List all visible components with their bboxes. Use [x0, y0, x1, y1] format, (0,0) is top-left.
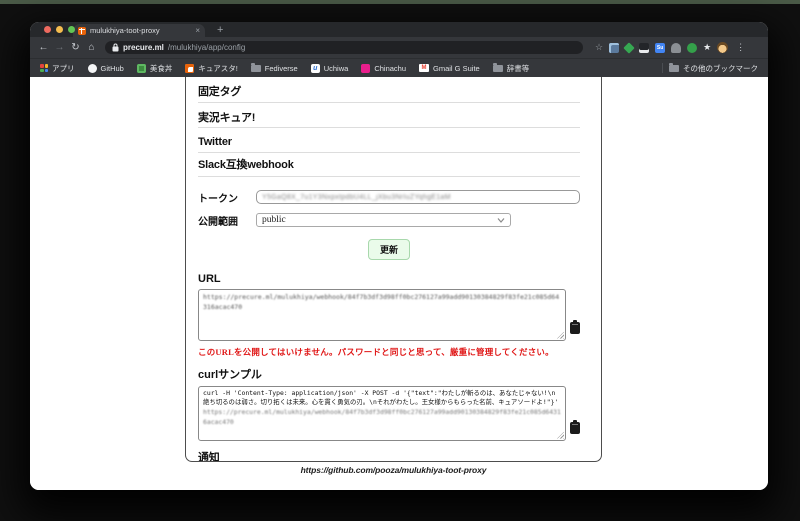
other-bookmarks-area: その他のブックマーク: [662, 63, 758, 74]
url-textarea-row: https://precure.ml/mulukhiya/webhook/84f…: [198, 289, 580, 341]
divider: [662, 63, 663, 73]
active-tab[interactable]: mulukhiya-toot-proxy ×: [73, 24, 205, 37]
new-tab-button[interactable]: +: [217, 25, 223, 36]
url-warning-text: このURLを公開してはいけません。パスワードと同じと思って、厳重に管理してくださ…: [198, 346, 580, 358]
update-button-row: 更新: [198, 239, 580, 260]
bookmark-uchiwa[interactable]: u Uchiwa: [311, 64, 349, 73]
url-domain: precure.ml: [123, 43, 164, 52]
bookmark-folder-dictionaries[interactable]: 辞書等: [493, 63, 530, 74]
bookmark-star-icon[interactable]: ☆: [595, 43, 603, 52]
chrome-menu-icon[interactable]: ⋮: [736, 43, 745, 52]
extension-diamond-icon[interactable]: [623, 42, 634, 53]
bookmark-apps[interactable]: アプリ: [40, 63, 75, 74]
desktop-wallpaper-edge: [0, 0, 800, 4]
visibility-select[interactable]: public: [256, 213, 511, 227]
token-value-blurred: Y5GaQ8X_7u1Y3NxpxtpdbU4LL_jXbu3NrIuZYqfi…: [262, 194, 451, 201]
extension-photo-icon[interactable]: [609, 43, 619, 53]
token-input[interactable]: Y5GaQ8X_7u1Y3NxpxtpdbU4LL_jXbu3NrIuZYqfi…: [256, 190, 580, 204]
section-heading-notification: 通知: [198, 452, 580, 462]
chevron-down-icon: [497, 218, 505, 223]
bookmark-gmail[interactable]: M Gmail G Suite: [419, 64, 480, 73]
curl-url-blurred: https://precure.ml/mulukhiya/webhook/84f…: [203, 408, 561, 426]
page-viewport: 固定タグ 実況キュア! Twitter Slack互換webhook トークン …: [30, 77, 768, 490]
folder-icon: [493, 65, 503, 72]
bookmark-bishokudon[interactable]: 美食丼: [137, 63, 173, 74]
url-heading: URL: [198, 273, 580, 285]
bookmark-github[interactable]: GitHub: [88, 64, 124, 73]
bookmark-cyuresta[interactable]: キュアスタ!: [185, 63, 237, 74]
extension-gray-icon[interactable]: [671, 43, 681, 53]
bookmarks-bar: アプリ GitHub 美食丼 キュアスタ! Fediverse u Uchiwa…: [30, 58, 768, 77]
other-bookmarks-button[interactable]: その他のブックマーク: [669, 63, 758, 74]
section-heading-fixed-tag: 固定タグ: [198, 86, 580, 99]
extension-dark-icon[interactable]: [639, 43, 649, 53]
green-square-icon: [137, 64, 146, 73]
divider: [198, 102, 580, 103]
extension-smartup-icon[interactable]: Su: [655, 43, 665, 53]
home-icon[interactable]: ⌂: [86, 43, 97, 53]
divider: [198, 176, 580, 177]
copy-to-clipboard-icon[interactable]: [570, 422, 580, 434]
pink-square-icon: [361, 64, 370, 73]
github-repo-link[interactable]: https://github.com/pooza/mulukhiya-toot-…: [185, 465, 602, 475]
tab-strip: mulukhiya-toot-proxy × +: [30, 22, 768, 37]
site-favicon-icon: [78, 27, 86, 35]
resize-handle[interactable]: [557, 332, 564, 339]
github-icon: [88, 64, 97, 73]
folder-icon: [669, 65, 679, 72]
copy-to-clipboard-icon[interactable]: [570, 322, 580, 334]
section-heading-slack-webhook: Slack互換webhook: [198, 159, 580, 172]
token-label: トークン: [198, 190, 256, 205]
bookmark-folder-fediverse[interactable]: Fediverse: [251, 64, 298, 73]
tab-close-icon[interactable]: ×: [195, 27, 200, 35]
orange-square-icon: [185, 64, 194, 73]
curl-sample-heading: curlサンプル: [198, 366, 580, 382]
curl-sample-textarea[interactable]: curl -H 'Content-Type: application/json'…: [198, 386, 566, 441]
profile-avatar[interactable]: [717, 42, 728, 53]
token-row: トークン Y5GaQ8X_7u1Y3NxpxtpdbU4LL_jXbu3NrIu…: [198, 190, 580, 205]
url-path: /mulukhiya/app/config: [168, 43, 245, 52]
webhook-url-value-blurred: https://precure.ml/mulukhiya/webhook/84f…: [203, 292, 561, 313]
update-button[interactable]: 更新: [368, 239, 410, 260]
browser-toolbar: ← → ↻ ⌂ precure.ml /mulukhiya/app/config…: [30, 37, 768, 58]
resize-handle[interactable]: [557, 432, 564, 439]
webhook-url-textarea[interactable]: https://precure.ml/mulukhiya/webhook/84f…: [198, 289, 566, 341]
zoom-window-button[interactable]: [68, 26, 75, 33]
config-panel: 固定タグ 実況キュア! Twitter Slack互換webhook トークン …: [185, 77, 602, 462]
reload-icon[interactable]: ↻: [70, 43, 81, 53]
close-window-button[interactable]: [44, 26, 51, 33]
divider: [198, 127, 580, 128]
visibility-row: 公開範囲 public: [198, 213, 580, 228]
visibility-selected-value: public: [262, 215, 286, 225]
extension-star-icon[interactable]: ★: [703, 43, 711, 52]
section-heading-live-cure: 実況キュア!: [198, 112, 580, 125]
section-heading-twitter: Twitter: [198, 136, 580, 149]
apps-grid-icon: [40, 64, 48, 72]
extension-green-icon[interactable]: [687, 43, 697, 53]
address-bar[interactable]: precure.ml /mulukhiya/app/config: [105, 41, 583, 54]
window-controls: [44, 26, 75, 33]
visibility-label: 公開範囲: [198, 213, 256, 228]
minimize-window-button[interactable]: [56, 26, 63, 33]
back-icon[interactable]: ←: [38, 43, 49, 53]
tab-title: mulukhiya-toot-proxy: [90, 26, 191, 35]
curl-textarea-row: curl -H 'Content-Type: application/json'…: [198, 386, 580, 441]
lock-icon: [112, 43, 119, 52]
folder-icon: [251, 65, 261, 72]
forward-icon[interactable]: →: [54, 43, 65, 53]
curl-command: curl -H 'Content-Type: application/json'…: [203, 389, 558, 407]
gmail-icon: M: [419, 64, 429, 72]
bookmark-chinachu[interactable]: Chinachu: [361, 64, 406, 73]
browser-window: mulukhiya-toot-proxy × + ← → ↻ ⌂ precure…: [30, 22, 768, 490]
uchiwa-icon: u: [311, 64, 320, 73]
toolbar-extensions: ☆ Su ★ ⋮: [595, 42, 745, 53]
divider: [198, 152, 580, 153]
